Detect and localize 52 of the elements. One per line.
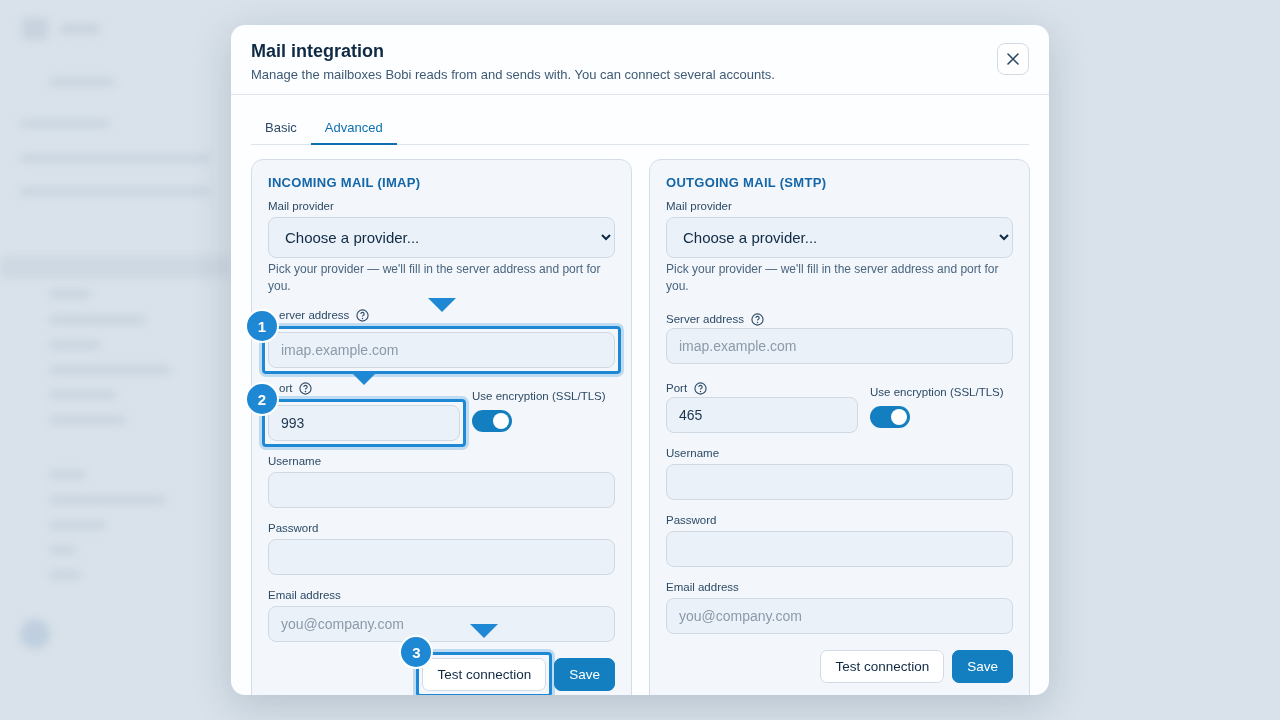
server-address-field[interactable]: imap.example.com — [268, 332, 615, 368]
field-label: Use encryption (SSL/TLS) — [472, 390, 607, 402]
password-field[interactable] — [268, 539, 615, 575]
password-field[interactable] — [666, 531, 1013, 567]
username-field[interactable] — [268, 472, 615, 508]
card-title: OUTGOING MAIL (SMTP) — [666, 175, 828, 190]
provider-select[interactable]: Choose a provider... — [666, 217, 1013, 258]
email-field[interactable]: you@company.com — [268, 606, 615, 642]
help-icon[interactable] — [356, 309, 370, 322]
dialog-subtitle: Manage the mailboxes Bobi reads from and sends with. You can connect several accounts. — [251, 67, 775, 82]
encryption-toggle[interactable] — [870, 406, 910, 428]
test-connection-button[interactable]: Test connection — [820, 650, 945, 683]
pointer-icon — [350, 371, 378, 385]
save-button[interactable]: Save — [554, 658, 615, 691]
card-title: INCOMING MAIL (IMAP) — [268, 175, 422, 190]
close-button[interactable] — [997, 43, 1029, 75]
field-label: Server address — [666, 312, 744, 325]
step-badge: 2 — [247, 384, 277, 414]
step-badge: 1 — [247, 311, 277, 341]
close-icon — [1007, 53, 1019, 65]
server-address-field[interactable]: imap.example.com — [666, 328, 1013, 364]
field-label: erver address — [279, 308, 350, 321]
field-label: Email address — [666, 581, 740, 593]
step-badge: 3 — [401, 637, 432, 667]
field-label: Password — [666, 514, 718, 526]
field-label: Use encryption (SSL/TLS) — [870, 386, 1005, 398]
pointer-icon — [427, 298, 456, 312]
test-connection-button[interactable]: Test connection — [422, 658, 547, 691]
port-field[interactable]: 465 — [666, 397, 858, 433]
field-label: ort — [279, 381, 293, 394]
help-icon[interactable] — [694, 382, 708, 395]
field-hint: Pick your provider — we'll fill in the server address and port for you. — [666, 261, 1000, 295]
field-label: Port — [666, 381, 688, 394]
encryption-toggle[interactable] — [472, 410, 512, 432]
pointer-icon — [470, 624, 499, 638]
port-field[interactable]: 993 — [268, 405, 460, 441]
field-label: Mail provider — [666, 200, 733, 212]
field-label: Email address — [268, 589, 342, 601]
email-field[interactable]: you@company.com — [666, 598, 1013, 634]
help-icon[interactable] — [299, 382, 313, 395]
save-button[interactable]: Save — [952, 650, 1013, 683]
field-label: Username — [268, 455, 323, 467]
field-hint: Pick your provider — we'll fill in the server address and port for you. — [268, 261, 602, 295]
field-label: Mail provider — [268, 200, 335, 212]
help-icon[interactable] — [751, 313, 764, 326]
provider-select[interactable]: Choose a provider... — [268, 217, 615, 258]
field-label: Username — [666, 447, 721, 459]
tab[interactable]: Advanced — [310, 113, 397, 145]
tab[interactable]: Basic — [251, 113, 311, 145]
dialog-title: Mail integration — [251, 41, 385, 62]
field-label: Password — [268, 522, 320, 534]
username-field[interactable] — [666, 464, 1013, 500]
